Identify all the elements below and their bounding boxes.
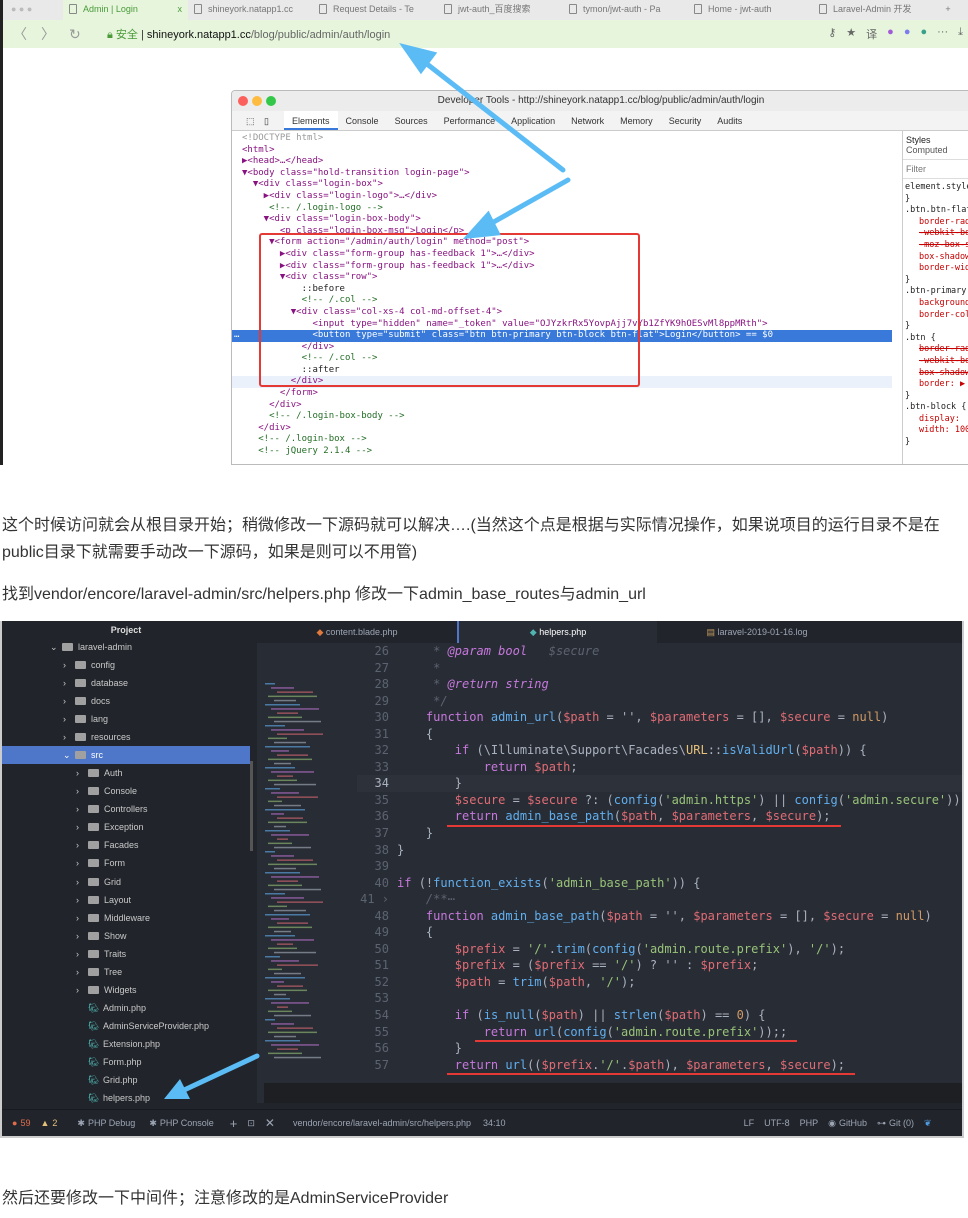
arrow-head — [462, 210, 501, 240]
paragraph: 找到vendor/encore/laravel-admin/src/helper… — [2, 586, 646, 603]
annotation-arrow — [164, 1053, 260, 1099]
arrow-to-url — [415, 54, 566, 173]
paragraph: 这个时候访问就会从根目录开始；稍微修改一下源码就可以解决….(当然这个点是根据与… — [2, 517, 940, 561]
arrow-to-form — [480, 177, 571, 231]
editor-screenshot: Project ⌄ laravel-admin › config › database › d… — [0, 621, 964, 1138]
paragraph: 然后还要修改一下中间件；注意修改的是AdminServiceProvider — [2, 1190, 449, 1207]
annotation-arrows — [399, 42, 571, 240]
arrow-to-helpers — [179, 1053, 260, 1094]
browser-screenshot: ● ● ● Admin | Login x shineyork.natapp1.cc… — [0, 0, 968, 465]
